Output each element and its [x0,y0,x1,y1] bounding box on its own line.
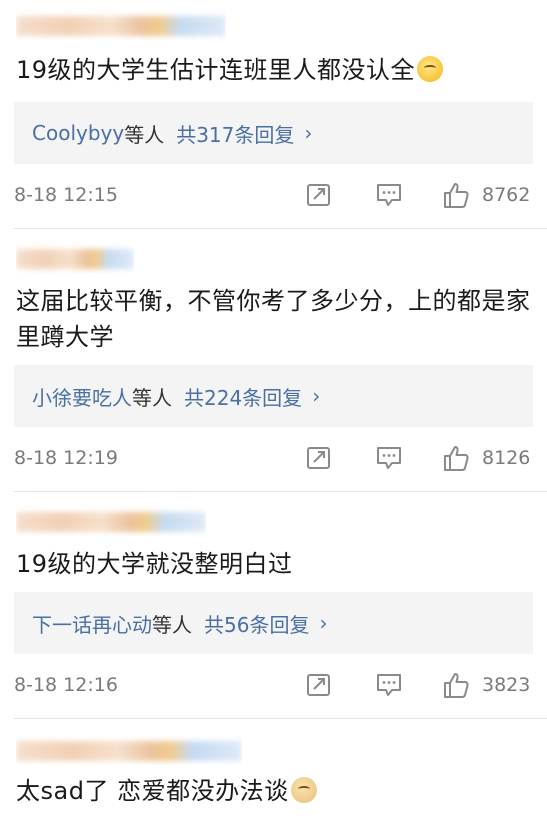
blurred-username[interactable] [16,506,206,536]
reply-etc: 等人 [152,612,192,637]
like-count: 3823 [482,674,531,696]
comment-item: 太sad了 恋爱都没办法谈 [0,719,547,809]
thumbs-up-icon [442,444,470,472]
comment-meta: 8-18 12:15 8762 [14,164,533,226]
like-count: 8762 [482,184,531,206]
comment-time: 8-18 12:15 [14,184,118,206]
comment-meta: 8-18 12:16 3823 [14,654,533,716]
blurred-username[interactable] [16,10,226,40]
share-icon[interactable] [306,672,332,698]
thumbs-up-icon [442,181,470,209]
dog-emoji-icon [290,777,317,803]
reply-total[interactable]: 共224条回复 [184,382,302,411]
like-count: 8126 [482,447,531,469]
reply-users[interactable]: 下一话再心动 [32,609,152,638]
reply-etc: 等人 [124,122,165,147]
blurred-username[interactable] [16,243,134,273]
reply-summary[interactable]: 小徐要吃人 等人 共224条回复 › [14,365,533,427]
comment-item: 这届比较平衡，不管你考了多少分，上的都是家里蹲大学 小徐要吃人 等人 共224条… [0,229,547,489]
comment-text: 这届比较平衡，不管你考了多少分，上的都是家里蹲大学 [16,287,531,351]
thumbs-up-icon [442,671,470,699]
like-button[interactable]: 3823 [442,671,530,699]
reply-users[interactable]: Coolybyy [32,121,124,145]
reply-summary[interactable]: 下一话再心动 等人 共56条回复 › [14,592,533,654]
comment-time: 8-18 12:16 [14,674,118,696]
comment-text: 19级的大学生估计连班里人都没认全 [14,50,533,88]
comment-meta: 8-18 12:19 8126 [14,427,533,489]
reply-summary[interactable]: Coolybyy 等人 共317条回复 › [14,102,533,164]
like-button[interactable]: 8762 [442,181,530,209]
comment-icon[interactable] [375,672,403,698]
like-button[interactable]: 8126 [442,444,530,472]
comment-item: 19级的大学就没整明白过 下一话再心动 等人 共56条回复 › 8-18 12:… [0,492,547,716]
comment-text: 太sad了 恋爱都没办法谈 [14,771,533,809]
share-icon[interactable] [306,182,332,208]
reply-total[interactable]: 共317条回复 [176,119,294,148]
blurred-username[interactable] [16,735,242,765]
chevron-right-icon: › [312,384,321,408]
chevron-right-icon: › [304,121,313,145]
comment-item: 19级的大学生估计连班里人都没认全 Coolybyy 等人 共317条回复 › … [0,0,547,226]
emoji-icon [417,56,444,82]
comment-icon[interactable] [375,445,403,471]
comment-icon[interactable] [375,182,403,208]
comment-text: 19级的大学就没整明白过 [16,550,293,578]
reply-total[interactable]: 共56条回复 [204,609,309,638]
reply-users[interactable]: 小徐要吃人 [32,382,132,411]
share-icon[interactable] [306,445,332,471]
chevron-right-icon: › [319,611,328,635]
comment-time: 8-18 12:19 [14,447,118,469]
reply-etc: 等人 [132,385,172,410]
